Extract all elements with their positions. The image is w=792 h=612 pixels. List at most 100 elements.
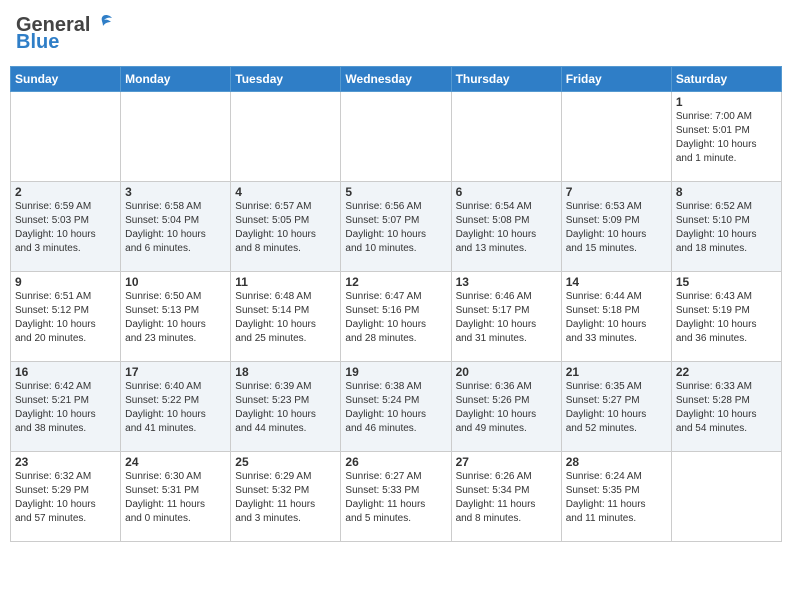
day-info: Sunrise: 6:58 AM Sunset: 5:04 PM Dayligh…	[125, 200, 226, 256]
day-info: Sunrise: 6:56 AM Sunset: 5:07 PM Dayligh…	[345, 200, 446, 256]
day-info: Sunrise: 6:30 AM Sunset: 5:31 PM Dayligh…	[125, 470, 226, 526]
calendar-cell: 7Sunrise: 6:53 AM Sunset: 5:09 PM Daylig…	[561, 182, 671, 272]
calendar-week-row: 1Sunrise: 7:00 AM Sunset: 5:01 PM Daylig…	[11, 92, 782, 182]
day-number: 4	[235, 185, 336, 199]
logo-bird-icon	[92, 12, 114, 34]
calendar-table: SundayMondayTuesdayWednesdayThursdayFrid…	[10, 66, 782, 542]
day-number: 7	[566, 185, 667, 199]
calendar-cell: 20Sunrise: 6:36 AM Sunset: 5:26 PM Dayli…	[451, 362, 561, 452]
day-info: Sunrise: 6:57 AM Sunset: 5:05 PM Dayligh…	[235, 200, 336, 256]
weekday-header-friday: Friday	[561, 67, 671, 92]
calendar-cell: 1Sunrise: 7:00 AM Sunset: 5:01 PM Daylig…	[671, 92, 781, 182]
calendar-cell: 24Sunrise: 6:30 AM Sunset: 5:31 PM Dayli…	[121, 452, 231, 542]
calendar-cell: 23Sunrise: 6:32 AM Sunset: 5:29 PM Dayli…	[11, 452, 121, 542]
calendar-cell: 13Sunrise: 6:46 AM Sunset: 5:17 PM Dayli…	[451, 272, 561, 362]
day-number: 5	[345, 185, 446, 199]
day-number: 14	[566, 275, 667, 289]
weekday-header-saturday: Saturday	[671, 67, 781, 92]
day-number: 28	[566, 455, 667, 469]
day-number: 3	[125, 185, 226, 199]
day-number: 25	[235, 455, 336, 469]
calendar-cell	[231, 92, 341, 182]
day-info: Sunrise: 6:54 AM Sunset: 5:08 PM Dayligh…	[456, 200, 557, 256]
calendar-cell: 25Sunrise: 6:29 AM Sunset: 5:32 PM Dayli…	[231, 452, 341, 542]
calendar-cell: 26Sunrise: 6:27 AM Sunset: 5:33 PM Dayli…	[341, 452, 451, 542]
day-number: 2	[15, 185, 116, 199]
calendar-cell: 5Sunrise: 6:56 AM Sunset: 5:07 PM Daylig…	[341, 182, 451, 272]
calendar-cell: 16Sunrise: 6:42 AM Sunset: 5:21 PM Dayli…	[11, 362, 121, 452]
day-info: Sunrise: 6:40 AM Sunset: 5:22 PM Dayligh…	[125, 380, 226, 436]
calendar-cell: 14Sunrise: 6:44 AM Sunset: 5:18 PM Dayli…	[561, 272, 671, 362]
weekday-header-monday: Monday	[121, 67, 231, 92]
day-number: 9	[15, 275, 116, 289]
calendar-cell: 15Sunrise: 6:43 AM Sunset: 5:19 PM Dayli…	[671, 272, 781, 362]
calendar-cell	[671, 452, 781, 542]
day-number: 18	[235, 365, 336, 379]
calendar-cell: 8Sunrise: 6:52 AM Sunset: 5:10 PM Daylig…	[671, 182, 781, 272]
calendar-cell: 28Sunrise: 6:24 AM Sunset: 5:35 PM Dayli…	[561, 452, 671, 542]
calendar-week-row: 2Sunrise: 6:59 AM Sunset: 5:03 PM Daylig…	[11, 182, 782, 272]
day-number: 10	[125, 275, 226, 289]
day-info: Sunrise: 6:32 AM Sunset: 5:29 PM Dayligh…	[15, 470, 116, 526]
day-info: Sunrise: 6:26 AM Sunset: 5:34 PM Dayligh…	[456, 470, 557, 526]
calendar-cell: 21Sunrise: 6:35 AM Sunset: 5:27 PM Dayli…	[561, 362, 671, 452]
day-number: 12	[345, 275, 446, 289]
calendar-header-row: SundayMondayTuesdayWednesdayThursdayFrid…	[11, 67, 782, 92]
logo-blue-text: Blue	[16, 31, 59, 54]
day-number: 8	[676, 185, 777, 199]
day-number: 11	[235, 275, 336, 289]
day-number: 22	[676, 365, 777, 379]
day-info: Sunrise: 6:44 AM Sunset: 5:18 PM Dayligh…	[566, 290, 667, 346]
calendar-cell: 10Sunrise: 6:50 AM Sunset: 5:13 PM Dayli…	[121, 272, 231, 362]
calendar-cell: 22Sunrise: 6:33 AM Sunset: 5:28 PM Dayli…	[671, 362, 781, 452]
calendar-cell: 27Sunrise: 6:26 AM Sunset: 5:34 PM Dayli…	[451, 452, 561, 542]
day-number: 13	[456, 275, 557, 289]
day-number: 6	[456, 185, 557, 199]
page-header: General Blue	[10, 10, 782, 58]
calendar-week-row: 23Sunrise: 6:32 AM Sunset: 5:29 PM Dayli…	[11, 452, 782, 542]
logo: General Blue	[16, 14, 114, 54]
day-number: 1	[676, 95, 777, 109]
day-info: Sunrise: 6:27 AM Sunset: 5:33 PM Dayligh…	[345, 470, 446, 526]
day-info: Sunrise: 6:39 AM Sunset: 5:23 PM Dayligh…	[235, 380, 336, 436]
weekday-header-sunday: Sunday	[11, 67, 121, 92]
day-number: 24	[125, 455, 226, 469]
day-info: Sunrise: 6:59 AM Sunset: 5:03 PM Dayligh…	[15, 200, 116, 256]
day-info: Sunrise: 6:38 AM Sunset: 5:24 PM Dayligh…	[345, 380, 446, 436]
calendar-cell: 6Sunrise: 6:54 AM Sunset: 5:08 PM Daylig…	[451, 182, 561, 272]
day-number: 15	[676, 275, 777, 289]
day-number: 23	[15, 455, 116, 469]
calendar-week-row: 16Sunrise: 6:42 AM Sunset: 5:21 PM Dayli…	[11, 362, 782, 452]
day-number: 17	[125, 365, 226, 379]
day-info: Sunrise: 6:29 AM Sunset: 5:32 PM Dayligh…	[235, 470, 336, 526]
day-number: 16	[15, 365, 116, 379]
calendar-cell: 9Sunrise: 6:51 AM Sunset: 5:12 PM Daylig…	[11, 272, 121, 362]
day-info: Sunrise: 7:00 AM Sunset: 5:01 PM Dayligh…	[676, 110, 777, 166]
day-info: Sunrise: 6:50 AM Sunset: 5:13 PM Dayligh…	[125, 290, 226, 346]
calendar-cell: 3Sunrise: 6:58 AM Sunset: 5:04 PM Daylig…	[121, 182, 231, 272]
day-info: Sunrise: 6:33 AM Sunset: 5:28 PM Dayligh…	[676, 380, 777, 436]
day-info: Sunrise: 6:48 AM Sunset: 5:14 PM Dayligh…	[235, 290, 336, 346]
day-info: Sunrise: 6:46 AM Sunset: 5:17 PM Dayligh…	[456, 290, 557, 346]
calendar-week-row: 9Sunrise: 6:51 AM Sunset: 5:12 PM Daylig…	[11, 272, 782, 362]
day-number: 27	[456, 455, 557, 469]
day-number: 21	[566, 365, 667, 379]
calendar-cell: 2Sunrise: 6:59 AM Sunset: 5:03 PM Daylig…	[11, 182, 121, 272]
calendar-cell	[11, 92, 121, 182]
day-info: Sunrise: 6:35 AM Sunset: 5:27 PM Dayligh…	[566, 380, 667, 436]
weekday-header-wednesday: Wednesday	[341, 67, 451, 92]
weekday-header-thursday: Thursday	[451, 67, 561, 92]
weekday-header-tuesday: Tuesday	[231, 67, 341, 92]
calendar-cell	[341, 92, 451, 182]
calendar-cell: 4Sunrise: 6:57 AM Sunset: 5:05 PM Daylig…	[231, 182, 341, 272]
calendar-cell: 18Sunrise: 6:39 AM Sunset: 5:23 PM Dayli…	[231, 362, 341, 452]
calendar-cell: 11Sunrise: 6:48 AM Sunset: 5:14 PM Dayli…	[231, 272, 341, 362]
day-number: 19	[345, 365, 446, 379]
calendar-cell	[451, 92, 561, 182]
calendar-cell: 19Sunrise: 6:38 AM Sunset: 5:24 PM Dayli…	[341, 362, 451, 452]
day-info: Sunrise: 6:43 AM Sunset: 5:19 PM Dayligh…	[676, 290, 777, 346]
day-info: Sunrise: 6:36 AM Sunset: 5:26 PM Dayligh…	[456, 380, 557, 436]
day-number: 20	[456, 365, 557, 379]
calendar-cell	[561, 92, 671, 182]
day-info: Sunrise: 6:24 AM Sunset: 5:35 PM Dayligh…	[566, 470, 667, 526]
